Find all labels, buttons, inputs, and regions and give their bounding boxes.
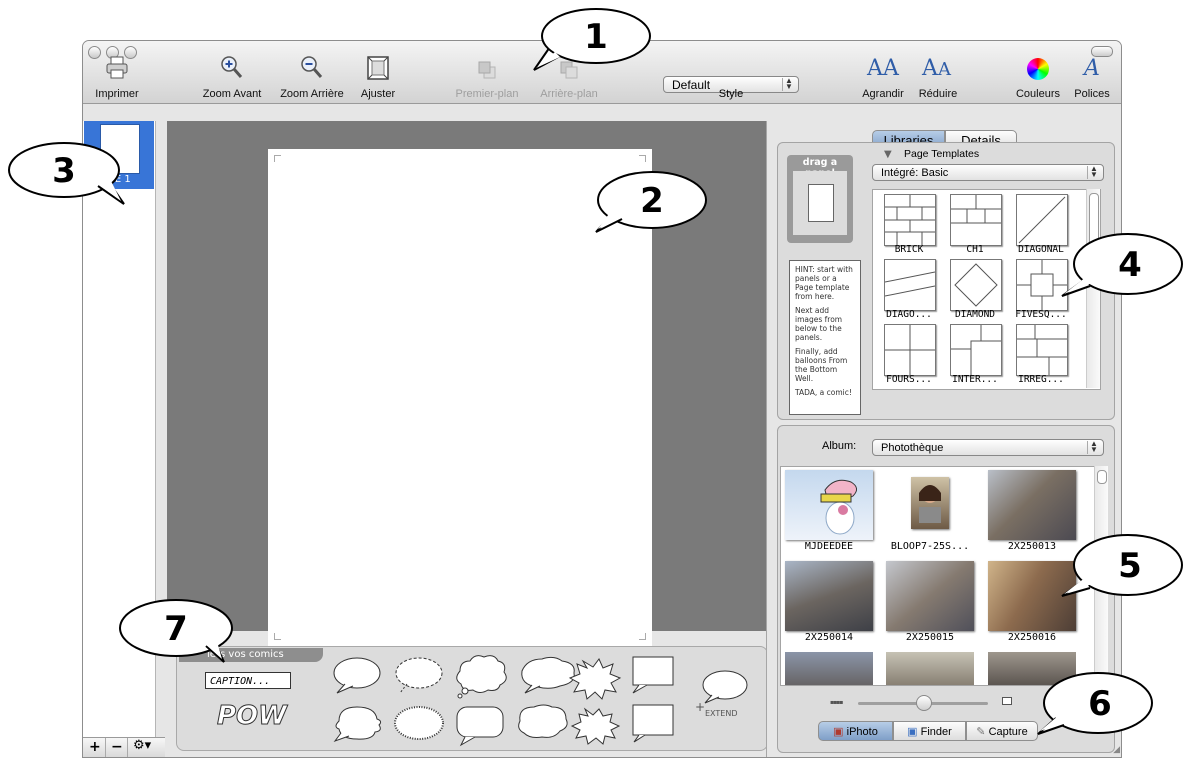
callout-number: 3 bbox=[52, 151, 76, 191]
callout-4: 4 bbox=[1061, 233, 1183, 297]
callout-number: 7 bbox=[164, 609, 188, 649]
callout-1: 1 bbox=[533, 8, 651, 71]
callout-number: 4 bbox=[1118, 245, 1142, 285]
callout-3: 3 bbox=[8, 142, 125, 205]
callout-number: 5 bbox=[1118, 546, 1142, 586]
callout-overlay: 1 2 3 4 5 6 7 bbox=[8, 8, 1183, 735]
callout-number: 6 bbox=[1088, 684, 1112, 724]
callout-5: 5 bbox=[1061, 534, 1183, 597]
callout-number: 2 bbox=[640, 181, 664, 221]
callout-2: 2 bbox=[595, 171, 707, 233]
callout-7: 7 bbox=[119, 599, 233, 663]
callout-6: 6 bbox=[1037, 672, 1153, 735]
callout-number: 1 bbox=[584, 17, 608, 57]
